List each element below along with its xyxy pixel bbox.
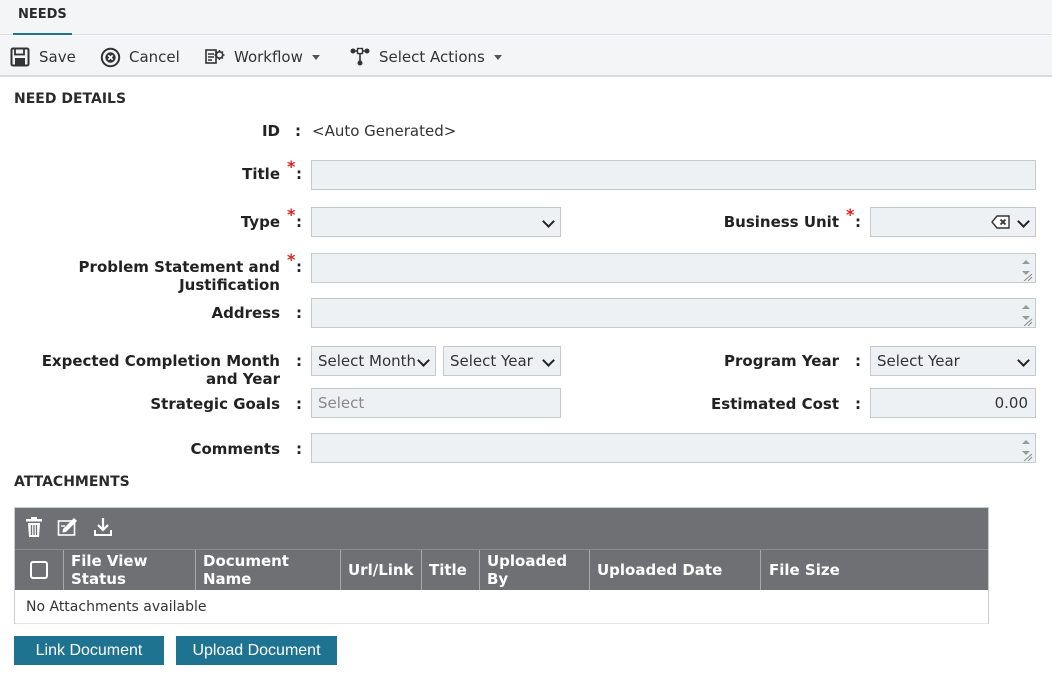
strategic-goals-input[interactable]: Select [311, 388, 561, 418]
month-value: Select Month [318, 352, 417, 370]
save-button[interactable]: Save [9, 44, 76, 70]
download-icon[interactable] [92, 516, 114, 538]
business-unit-label: Business Unit [723, 213, 839, 231]
required-marker: * [846, 205, 855, 224]
chevron-down-icon [1017, 354, 1030, 367]
title-label: Title [242, 165, 280, 183]
type-select[interactable] [311, 207, 561, 237]
column-header[interactable]: Uploaded Date [589, 550, 760, 590]
year-select[interactable]: Select Year [443, 346, 561, 376]
attachments-grid: File View Status Document Name Url/Link … [14, 507, 989, 624]
required-marker: * [287, 250, 296, 269]
column-header[interactable]: Uploaded By [479, 550, 589, 590]
colon: : [296, 165, 302, 183]
save-icon [9, 46, 31, 68]
strategic-goals-label: Strategic Goals [150, 395, 280, 413]
type-label: Type [240, 213, 280, 231]
problem-statement-label-line2: Justification [179, 276, 280, 294]
colon: : [296, 440, 302, 458]
expected-completion-label-line2: and Year [206, 370, 280, 388]
section-title-need-details: NEED DETAILS [14, 91, 127, 107]
column-header[interactable]: Document Name [195, 550, 340, 590]
problem-statement-label-line1: Problem Statement and [78, 258, 280, 276]
column-header[interactable]: Title [421, 550, 479, 590]
expected-completion-label-line1: Expected Completion Month [41, 352, 280, 370]
colon: : [296, 213, 302, 231]
empty-message: No Attachments available [15, 591, 988, 624]
comments-label: Comments [190, 440, 280, 458]
cancel-icon [99, 46, 121, 68]
program-year-value: Select Year [877, 352, 960, 370]
cancel-label: Cancel [129, 48, 180, 66]
title-input[interactable] [311, 160, 1036, 190]
select-actions-label: Select Actions [379, 48, 485, 66]
chevron-down-icon [417, 354, 430, 367]
program-year-label: Program Year [724, 352, 839, 370]
address-textarea[interactable] [311, 298, 1036, 328]
upload-document-button[interactable]: Upload Document [176, 636, 337, 665]
edit-icon[interactable] [57, 516, 79, 538]
column-header[interactable]: File Size [760, 550, 988, 590]
month-select[interactable]: Select Month [311, 346, 436, 376]
workflow-icon [204, 46, 226, 68]
resize-handle-icon[interactable] [1019, 302, 1033, 327]
program-year-select[interactable]: Select Year [870, 346, 1036, 376]
chevron-down-icon [311, 54, 320, 60]
clear-icon[interactable] [991, 215, 1011, 233]
comments-textarea[interactable] [311, 433, 1036, 463]
colon: : [855, 213, 861, 231]
chevron-down-icon [493, 54, 502, 60]
id-value: <Auto Generated> [312, 122, 457, 140]
section-title-attachments: ATTACHMENTS [14, 474, 130, 490]
required-marker: * [287, 205, 296, 224]
attachments-header-row: File View Status Document Name Url/Link … [15, 549, 988, 590]
business-unit-select[interactable] [870, 207, 1036, 237]
select-all-checkbox-cell[interactable] [15, 550, 63, 590]
colon: : [855, 395, 861, 413]
estimated-cost-input[interactable]: 0.00 [870, 388, 1036, 418]
chevron-down-icon [542, 354, 555, 367]
select-actions-icon [349, 46, 371, 68]
colon: : [296, 304, 302, 322]
expected-completion-label: Expected Completion Month and Year [20, 352, 280, 388]
attachments-toolbar [15, 508, 988, 549]
problem-statement-textarea[interactable] [311, 253, 1036, 283]
link-document-button[interactable]: Link Document [14, 636, 164, 665]
column-header[interactable]: Url/Link [340, 550, 421, 590]
delete-icon[interactable] [24, 516, 46, 538]
resize-handle-icon[interactable] [1019, 437, 1033, 462]
colon: : [855, 352, 861, 370]
select-all-checkbox[interactable] [30, 561, 48, 579]
save-label: Save [39, 48, 76, 66]
colon: : [296, 258, 302, 276]
chevron-down-icon [1017, 215, 1030, 228]
required-marker: * [287, 157, 296, 176]
estimated-cost-label: Estimated Cost [711, 395, 839, 413]
year-value: Select Year [450, 352, 533, 370]
resize-handle-icon[interactable] [1019, 257, 1033, 282]
id-label: ID [261, 122, 280, 140]
chevron-down-icon [542, 215, 555, 228]
cancel-button[interactable]: Cancel [99, 44, 180, 70]
problem-statement-label: Problem Statement and Justification [40, 258, 280, 294]
select-actions-button[interactable]: Select Actions [349, 44, 502, 70]
tab-bar: NEEDS [0, 0, 1052, 35]
column-header[interactable]: File View Status [63, 550, 195, 590]
toolbar: Save Cancel Workflow Select Actions [0, 36, 1052, 77]
colon: : [296, 352, 302, 370]
tab-needs[interactable]: NEEDS [13, 0, 72, 35]
colon: : [295, 122, 301, 140]
workflow-label: Workflow [234, 48, 303, 66]
workflow-button[interactable]: Workflow [204, 44, 320, 70]
colon: : [296, 395, 302, 413]
address-label: Address [211, 304, 280, 322]
